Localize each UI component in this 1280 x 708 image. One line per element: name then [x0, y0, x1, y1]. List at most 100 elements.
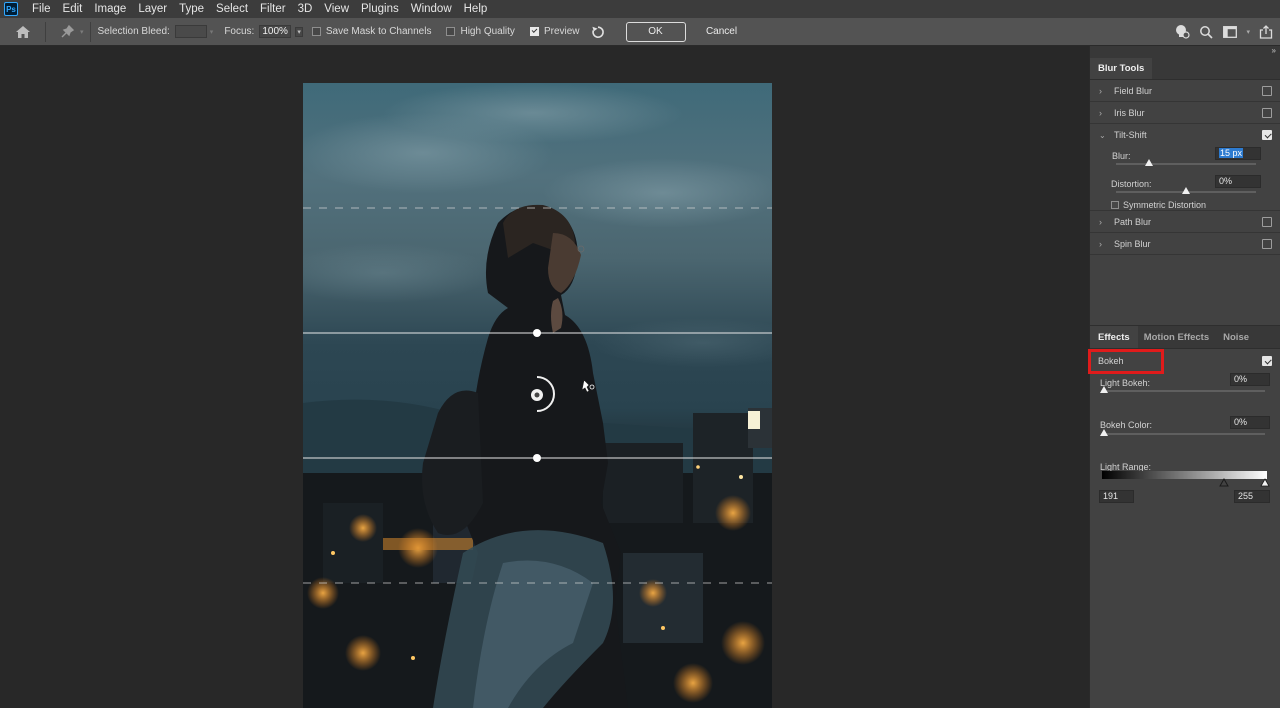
bokeh-color-field[interactable]: 0% — [1230, 416, 1270, 429]
panel-spacer — [1090, 255, 1280, 326]
separator — [45, 21, 46, 42]
document-image[interactable] — [303, 83, 772, 708]
menu-layer[interactable]: Layer — [132, 0, 173, 18]
tilt-shift-checkbox[interactable] — [1262, 130, 1272, 140]
high-quality-check-icon — [446, 27, 456, 36]
separator — [89, 21, 91, 42]
home-button[interactable] — [11, 21, 35, 43]
preview-check-icon — [529, 27, 539, 36]
menu-file[interactable]: File — [26, 0, 57, 18]
symmetric-distortion-label: Symmetric Distortion — [1123, 200, 1207, 210]
effects-settings: Bokeh Light Bokeh: 0% Bokeh Color: 0% Li… — [1088, 349, 1280, 549]
menu-edit[interactable]: Edit — [57, 0, 89, 18]
chevron-down-icon[interactable]: ⌄ — [1099, 131, 1109, 140]
tab-blur-tools[interactable]: Blur Tools — [1090, 57, 1153, 79]
symmetric-distortion-checkbox[interactable] — [1111, 201, 1119, 209]
chevron-right-icon[interactable]: › — [1099, 217, 1109, 227]
blur-amount-value: 15 px — [1219, 148, 1244, 158]
photo-scene — [303, 83, 772, 708]
field-blur-label: Field Blur — [1114, 85, 1153, 96]
path-blur-row[interactable]: › Path Blur — [1090, 211, 1280, 233]
tab-motion-effects[interactable]: Motion Effects — [1138, 326, 1215, 348]
bokeh-color-slider-track[interactable] — [1101, 433, 1265, 435]
bokeh-checkbox[interactable] — [1262, 356, 1272, 366]
tool-preset-button[interactable] — [56, 21, 80, 43]
pin-icon — [61, 24, 75, 37]
tilt-shift-settings: Blur: 15 px Distortion: 0% Symmetric Dis… — [1090, 146, 1280, 211]
reset-icon — [591, 25, 604, 38]
collapse-panel-icon[interactable]: » — [1272, 46, 1276, 55]
menu-filter[interactable]: Filter — [254, 0, 292, 18]
cancel-button[interactable]: Cancel — [692, 22, 752, 42]
effects-tabbar: Effects Motion Effects Noise — [1090, 326, 1280, 349]
canvas-area[interactable] — [0, 46, 1089, 708]
tilt-shift-row[interactable]: ⌄ Tilt-Shift — [1090, 124, 1280, 146]
spin-blur-checkbox[interactable] — [1262, 239, 1272, 249]
menu-3d[interactable]: 3D — [292, 0, 319, 18]
learn-button[interactable] — [1170, 21, 1194, 43]
chevron-right-icon[interactable]: › — [1099, 108, 1109, 118]
share-icon — [1259, 25, 1273, 39]
reset-button[interactable] — [586, 21, 610, 43]
menu-image[interactable]: Image — [88, 0, 132, 18]
light-range-high-field[interactable]: 255 — [1234, 490, 1270, 503]
blur-slider-track[interactable] — [1116, 163, 1256, 165]
blur-amount-field[interactable]: 15 px — [1215, 147, 1261, 160]
spin-blur-label: Spin Blur — [1114, 238, 1151, 249]
light-bokeh-field[interactable]: 0% — [1230, 373, 1270, 386]
selection-bleed-label: Selection Bleed: — [97, 26, 170, 37]
share-button[interactable] — [1254, 21, 1278, 43]
ok-button[interactable]: OK — [625, 21, 686, 42]
spin-blur-row[interactable]: › Spin Blur — [1090, 233, 1280, 255]
distortion-field[interactable]: 0% — [1215, 175, 1261, 188]
home-icon — [16, 25, 30, 38]
field-blur-row[interactable]: › Field Blur — [1090, 80, 1280, 102]
preview-label: Preview — [543, 26, 580, 37]
path-blur-checkbox[interactable] — [1262, 217, 1272, 227]
save-mask-checkbox[interactable]: Save Mask to Channels — [311, 26, 432, 37]
light-range-low-thumb[interactable] — [1219, 478, 1229, 487]
options-bar: ▾ Selection Bleed: ▾ Focus: 100% ▾ Save … — [0, 18, 1280, 46]
blur-gallery-panel: » Blur Tools › Field Blur › Iris Blur ⌄ … — [1088, 46, 1280, 708]
distortion-label: Distortion: — [1111, 179, 1152, 189]
light-range-gradient[interactable] — [1102, 471, 1267, 479]
menu-plugins[interactable]: Plugins — [355, 0, 405, 18]
blur-slider-thumb[interactable] — [1145, 159, 1153, 166]
iris-blur-row[interactable]: › Iris Blur — [1090, 102, 1280, 124]
chevron-right-icon[interactable]: › — [1099, 86, 1109, 96]
light-bokeh-slider-thumb[interactable] — [1100, 386, 1108, 393]
focus-dropdown-icon[interactable]: ▾ — [295, 26, 303, 37]
search-button[interactable] — [1194, 21, 1218, 43]
tool-preset-dropdown-icon[interactable]: ▾ — [80, 28, 84, 36]
workspace-dropdown-icon[interactable]: ▾ — [1246, 28, 1250, 36]
panel-header: » — [1090, 46, 1280, 58]
bokeh-label: Bokeh — [1098, 356, 1124, 366]
menu-type[interactable]: Type — [173, 0, 210, 18]
menu-window[interactable]: Window — [405, 0, 458, 18]
menu-select[interactable]: Select — [210, 0, 254, 18]
preview-checkbox[interactable]: Preview — [529, 26, 580, 37]
distortion-slider-thumb[interactable] — [1182, 187, 1190, 194]
chevron-right-icon[interactable]: › — [1099, 239, 1109, 249]
light-bokeh-slider-track[interactable] — [1101, 390, 1265, 392]
iris-blur-label: Iris Blur — [1114, 107, 1145, 118]
selection-bleed-dropdown-icon[interactable]: ▾ — [210, 28, 214, 36]
workspace-button[interactable] — [1218, 21, 1242, 43]
high-quality-label: High Quality — [460, 26, 515, 37]
field-blur-checkbox[interactable] — [1262, 86, 1272, 96]
high-quality-checkbox[interactable]: High Quality — [446, 26, 515, 37]
menu-help[interactable]: Help — [458, 0, 494, 18]
iris-blur-checkbox[interactable] — [1262, 108, 1272, 118]
save-mask-check-icon — [311, 27, 321, 36]
light-range-low-field[interactable]: 191 — [1099, 490, 1134, 503]
tab-noise[interactable]: Noise — [1215, 326, 1257, 348]
focus-label: Focus: — [224, 26, 255, 37]
save-mask-label: Save Mask to Channels — [325, 26, 432, 37]
menu-view[interactable]: View — [318, 0, 355, 18]
selection-bleed-field[interactable] — [174, 25, 207, 38]
tab-effects[interactable]: Effects — [1090, 326, 1138, 348]
menu-bar: Ps File Edit Image Layer Type Select Fil… — [0, 0, 1280, 18]
bokeh-color-slider-thumb[interactable] — [1100, 429, 1108, 436]
light-range-high-thumb[interactable] — [1260, 478, 1270, 487]
focus-field[interactable]: 100% — [259, 25, 292, 38]
